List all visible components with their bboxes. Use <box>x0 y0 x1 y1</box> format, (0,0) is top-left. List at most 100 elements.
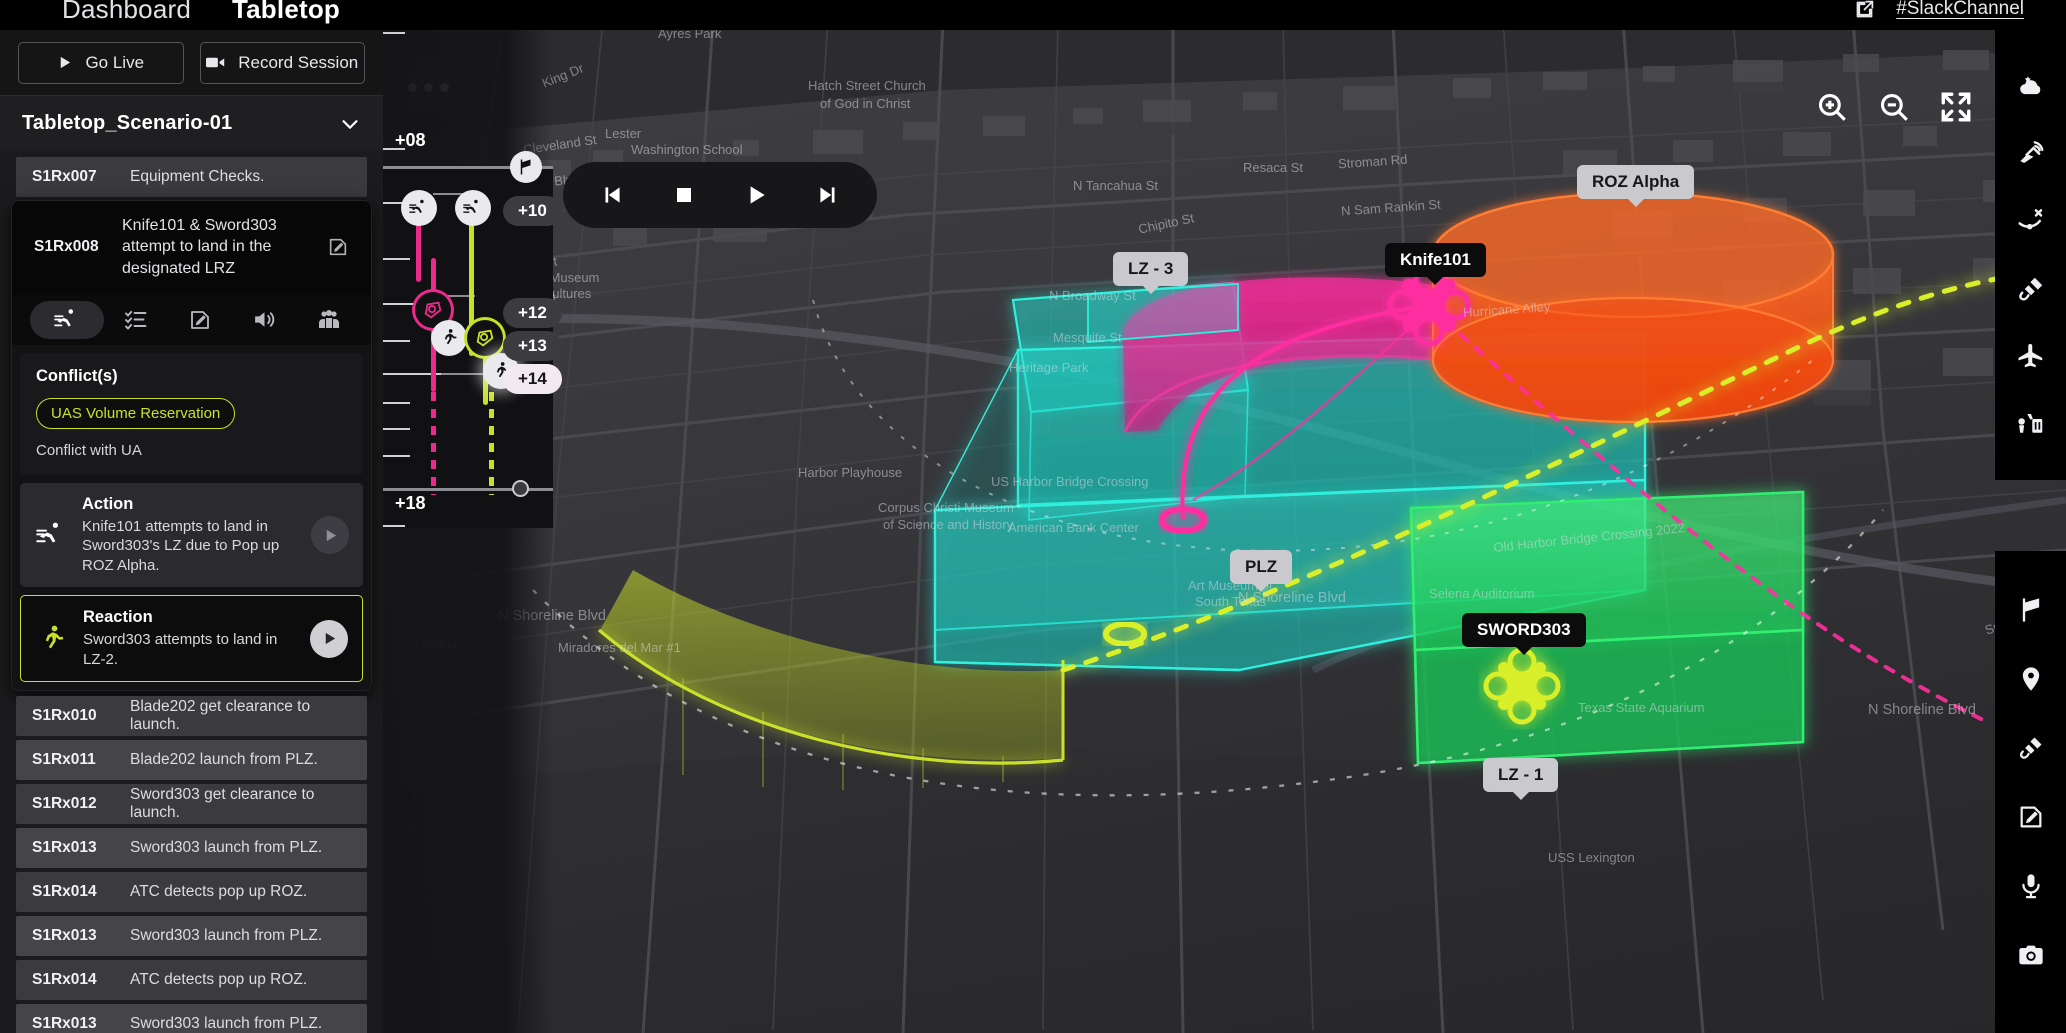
detail-description: Knife101 & Sword303 attempt to land in t… <box>122 217 277 277</box>
skip-forward-button[interactable] <box>813 180 843 210</box>
reaction-card[interactable]: Reaction Sword303 attempts to land in LZ… <box>20 595 363 683</box>
pin-icon[interactable] <box>2016 664 2046 694</box>
map-label-knife101[interactable]: Knife101 <box>1385 243 1486 277</box>
street-label: American Bank Center <box>1008 520 1139 535</box>
timeline-end-handle[interactable] <box>512 480 529 497</box>
no-flight-icon[interactable] <box>2016 206 2046 236</box>
timeline-node-sword-start[interactable] <box>455 190 491 226</box>
street-label: Mesquite St <box>1053 330 1122 345</box>
stop-button[interactable] <box>669 180 699 210</box>
list-item[interactable]: S1Rx013 Sword303 launch from PLZ. <box>16 916 367 957</box>
event-text: Sword303 launch from PLZ. <box>130 927 323 945</box>
chevron-down-icon[interactable] <box>339 113 361 135</box>
timeline-pill-13[interactable]: +13 <box>503 331 562 361</box>
satellite-icon[interactable] <box>2016 274 2046 304</box>
list-item[interactable]: S1Rx010 Blade202 get clearance to launch. <box>16 696 367 737</box>
ruler-tick <box>383 525 405 527</box>
airplane-icon[interactable] <box>2016 341 2046 371</box>
map-label-sword303[interactable]: SWORD303 <box>1462 613 1586 647</box>
playback-controls[interactable] <box>563 162 877 228</box>
track-dash-sword <box>489 375 494 495</box>
street-label: Heritage Park <box>1009 360 1089 375</box>
play-button[interactable] <box>741 180 771 210</box>
top-navigation: Dashboard Tabletop #SlackChannel <box>0 0 2066 30</box>
draw-pen-icon[interactable] <box>2016 733 2046 763</box>
street-label: of God in Christ <box>820 96 911 111</box>
event-list[interactable]: S1Rx007 Equipment Checks. S1Rx008 Knife1… <box>0 151 383 1033</box>
map-label-lz3[interactable]: LZ - 3 <box>1113 252 1189 286</box>
microphone-icon[interactable] <box>2016 871 2046 901</box>
detail-tabs[interactable] <box>12 294 371 345</box>
list-item[interactable]: S1Rx014 ATC detects pop up ROZ. <box>16 960 367 1001</box>
list-item[interactable]: S1Rx013 Sword303 launch from PLZ. <box>16 1004 367 1033</box>
zoom-out-icon[interactable] <box>1877 90 1911 124</box>
event-id: S1Rx011 <box>32 751 96 769</box>
scenario-selector[interactable]: Tabletop_Scenario-01 <box>0 95 383 151</box>
slack-channel-link[interactable]: #SlackChannel <box>1896 0 2024 20</box>
detail-event-id: S1Rx008 <box>34 237 99 255</box>
street-label: of Science and History <box>883 517 1014 532</box>
timeline-pill-14[interactable]: +14 <box>503 364 562 394</box>
map-label-lz1[interactable]: LZ - 1 <box>1483 758 1559 792</box>
reaction-play-button[interactable] <box>310 619 348 658</box>
conflicts-section: Conflict(s) UAS Volume Reservation Confl… <box>20 352 363 475</box>
go-live-button[interactable]: Go Live <box>18 41 184 84</box>
event-text: Blade202 get clearance to launch. <box>130 698 311 734</box>
zoom-in-icon[interactable] <box>1815 90 1849 124</box>
map-canvas[interactable]: Ayres Park Washington School Hatch Stree… <box>383 30 2066 1033</box>
timeline-pill-10[interactable]: +10 <box>503 196 562 226</box>
street-label: Lester <box>605 126 642 141</box>
drone-group-icon[interactable] <box>2016 409 2046 439</box>
tab-checklist[interactable] <box>104 301 168 339</box>
weather-cloud-icon[interactable] <box>2016 71 2046 101</box>
detail-body: Conflict(s) UAS Volume Reservation Confl… <box>12 344 371 691</box>
ruler-tick <box>383 32 405 34</box>
list-item[interactable]: S1Rx007 Equipment Checks. <box>16 157 367 197</box>
track-dash-knife <box>431 375 436 495</box>
map-label-roz-alpha[interactable]: ROZ Alpha <box>1577 165 1695 199</box>
event-detail-card[interactable]: S1Rx008 Knife101 & Sword303 attempt to l… <box>12 201 371 691</box>
street-label: Miradores del Mar #1 <box>558 640 681 655</box>
record-session-button[interactable]: Record Session <box>199 41 365 84</box>
video-camera-icon <box>206 55 225 70</box>
timeline-ruler[interactable]: +08 +18 +10 +12 +13 +14 <box>383 30 562 1033</box>
external-link-icon[interactable] <box>1854 0 1874 19</box>
list-item[interactable]: S1Rx014 ATC detects pop up ROZ. <box>16 872 367 913</box>
list-item[interactable]: S1Rx013 Sword303 launch from PLZ. <box>16 828 367 869</box>
flag-icon[interactable] <box>2016 595 2046 625</box>
timeline-node-sword-roz[interactable] <box>467 320 503 356</box>
event-id: S1Rx012 <box>32 795 97 813</box>
street-label: Corpus Christi Museum <box>878 500 1014 515</box>
action-card[interactable]: Action Knife101 attempts to land in Swor… <box>20 482 363 588</box>
conflict-chip[interactable]: UAS Volume Reservation <box>36 397 236 429</box>
action-play-button[interactable] <box>311 516 349 555</box>
reaction-runner-icon <box>35 624 69 654</box>
street-label: US Harbor Bridge Crossing <box>991 474 1149 489</box>
camera-icon[interactable] <box>2016 940 2046 970</box>
radar-dish-icon[interactable] <box>2016 138 2046 168</box>
ruler-tick <box>383 455 410 457</box>
timeline-flag-marker[interactable] <box>510 151 542 183</box>
event-text: Sword303 launch from PLZ. <box>130 839 323 857</box>
nav-item-dashboard[interactable]: Dashboard <box>62 0 191 25</box>
event-text: ATC detects pop up ROZ. <box>130 883 308 901</box>
timeline-node-knife-start[interactable] <box>401 190 437 226</box>
timeline-pill-12[interactable]: +12 <box>503 298 562 328</box>
edit-pencil-icon[interactable] <box>327 236 349 258</box>
record-session-label: Record Session <box>238 52 359 72</box>
map-label-plz[interactable]: PLZ <box>1230 550 1293 584</box>
nav-item-tabletop[interactable]: Tabletop <box>232 0 340 25</box>
tab-note[interactable] <box>168 301 232 339</box>
event-id: S1Rx014 <box>32 883 97 901</box>
fullscreen-icon[interactable] <box>1939 90 1973 124</box>
tab-events[interactable] <box>30 300 104 339</box>
map-zoom-controls[interactable] <box>1815 90 1973 124</box>
list-item[interactable]: S1Rx011 Blade202 launch from PLZ. <box>16 740 367 781</box>
timeline-node-knife-react[interactable] <box>431 320 467 356</box>
note-pencil-icon[interactable] <box>2016 802 2046 832</box>
street-label: USS Lexington <box>1548 850 1635 865</box>
list-item[interactable]: S1Rx012 Sword303 get clearance to launch. <box>16 784 367 825</box>
tab-people[interactable] <box>297 301 361 339</box>
tab-audio[interactable] <box>233 301 297 339</box>
skip-back-button[interactable] <box>597 180 627 210</box>
